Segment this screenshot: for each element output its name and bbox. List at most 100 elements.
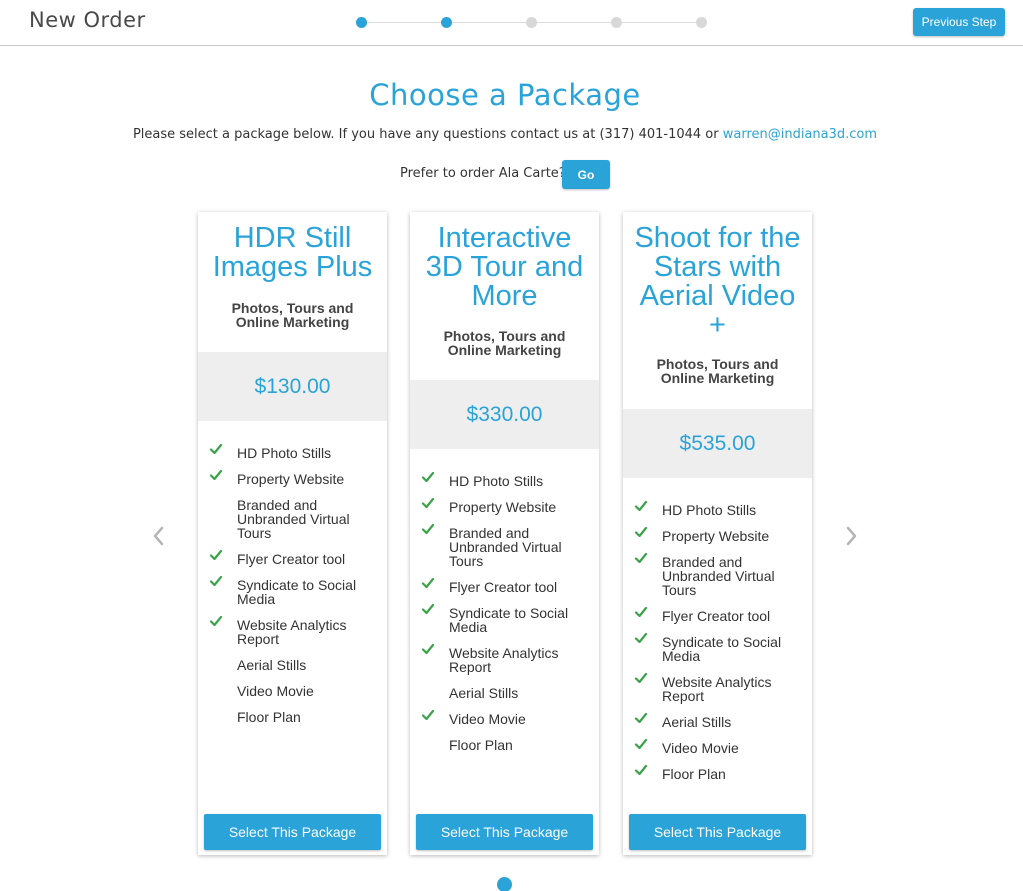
package-price: $535.00: [623, 409, 812, 478]
feature-label: Branded and Unbranded Virtual Tours: [237, 497, 350, 541]
feature-item: Video Movie: [410, 709, 599, 727]
feature-label: Floor Plan: [662, 766, 726, 782]
feature-label: Aerial Stills: [237, 657, 307, 673]
feature-label: Flyer Creator tool: [449, 579, 558, 595]
package-title: Interactive 3D Tour and More: [425, 222, 584, 312]
check-icon: [634, 738, 648, 750]
chevron-left-icon[interactable]: [151, 525, 167, 547]
package-subtitle: Photos, Tours and Online Marketing: [443, 328, 566, 358]
feature-label: Property Website: [662, 528, 770, 544]
feature-label: Floor Plan: [449, 737, 513, 753]
package-price: $130.00: [198, 352, 387, 421]
feature-item: Property Website: [623, 526, 812, 544]
select-package-button[interactable]: Select This Package: [629, 814, 806, 850]
package-subtitle: Photos, Tours and Online Marketing: [656, 356, 779, 386]
ala-carte-go-button[interactable]: Go: [562, 160, 610, 189]
feature-item: Website Analytics Report: [623, 672, 812, 704]
feature-item: Floor Plan: [623, 764, 812, 782]
check-icon: [634, 672, 648, 684]
feature-item: Flyer Creator tool: [623, 606, 812, 624]
check-icon: [209, 615, 223, 627]
check-icon: [634, 552, 648, 564]
feature-label: Video Movie: [237, 683, 314, 699]
check-icon: [634, 712, 648, 724]
check-icon: [421, 523, 435, 535]
feature-item: Syndicate to Social Media: [198, 575, 387, 607]
feature-label: Property Website: [237, 471, 345, 487]
step-3-dot: [526, 17, 537, 28]
feature-label: Syndicate to Social Media: [449, 605, 569, 635]
feature-label: Aerial Stills: [449, 685, 519, 701]
feature-item: Property Website: [198, 469, 387, 487]
contact-email-link[interactable]: warren@indiana3d.com: [723, 127, 877, 142]
feature-label: Website Analytics Report: [662, 674, 772, 704]
feature-item: Aerial Stills: [410, 686, 599, 700]
feature-label: Flyer Creator tool: [662, 608, 771, 624]
step-4-dot: [611, 17, 622, 28]
intro-message: Please select a package below. If you ha…: [132, 127, 723, 142]
package-title: Shoot for the Stars with Aerial Video +: [634, 222, 801, 341]
check-icon: [421, 471, 435, 483]
feature-item: Syndicate to Social Media: [410, 603, 599, 635]
ala-carte-label: Prefer to order Ala Carte?: [400, 166, 566, 181]
step-2-dot: [441, 17, 452, 28]
check-icon: [209, 549, 223, 561]
previous-step-button[interactable]: Previous Step: [913, 8, 1005, 36]
feature-item: Website Analytics Report: [410, 643, 599, 675]
feature-item: Branded and Unbranded Virtual Tours: [623, 552, 812, 597]
feature-item: HD Photo Stills: [410, 471, 599, 489]
package-card-aerial-video: Shoot for the Stars with Aerial Video + …: [623, 212, 812, 855]
feature-item: Aerial Stills: [198, 658, 387, 672]
check-icon: [634, 500, 648, 512]
feature-item: Syndicate to Social Media: [623, 632, 812, 664]
feature-label: HD Photo Stills: [449, 473, 544, 489]
check-icon: [634, 606, 648, 618]
carousel-page-indicator[interactable]: [497, 877, 512, 891]
feature-label: Syndicate to Social Media: [662, 634, 782, 664]
feature-item: Video Movie: [623, 738, 812, 755]
check-icon: [209, 443, 223, 455]
feature-label: Floor Plan: [237, 709, 301, 725]
feature-list: HD Photo Stills Property Website Branded a…: [410, 471, 599, 764]
check-icon: [209, 575, 223, 587]
select-package-button[interactable]: Select This Package: [204, 814, 381, 850]
feature-item: Floor Plan: [198, 710, 387, 724]
check-icon: [421, 497, 435, 509]
package-title: HDR Still Images Plus: [212, 222, 373, 283]
feature-label: Website Analytics Report: [237, 617, 347, 647]
chevron-right-icon[interactable]: [843, 525, 859, 547]
feature-label: HD Photo Stills: [662, 502, 757, 518]
feature-label: Aerial Stills: [662, 714, 732, 730]
feature-item: Aerial Stills: [623, 712, 812, 730]
package-price: $330.00: [410, 380, 599, 449]
feature-item: Floor Plan: [410, 738, 599, 752]
feature-label: Property Website: [449, 499, 557, 515]
feature-label: Branded and Unbranded Virtual Tours: [449, 525, 562, 569]
check-icon: [634, 632, 648, 644]
package-card-3d-tour: Interactive 3D Tour and More Photos, Tou…: [410, 212, 599, 855]
feature-label: HD Photo Stills: [237, 445, 332, 461]
feature-item: HD Photo Stills: [623, 500, 812, 518]
feature-item: Branded and Unbranded Virtual Tours: [410, 523, 599, 569]
feature-item: Property Website: [410, 497, 599, 515]
step-5-dot: [696, 17, 707, 28]
feature-list: HD Photo Stills Property Website Branded a…: [198, 443, 387, 736]
package-card-hdr: HDR Still Images Plus Photos, Tours and …: [198, 212, 387, 855]
check-icon: [421, 709, 435, 721]
feature-label: Flyer Creator tool: [237, 551, 346, 567]
feature-label: Website Analytics Report: [449, 645, 559, 675]
step-1-dot: [356, 17, 367, 28]
package-subtitle: Photos, Tours and Online Marketing: [231, 300, 354, 330]
feature-item: Flyer Creator tool: [410, 577, 599, 595]
feature-label: Video Movie: [449, 711, 526, 727]
check-icon: [421, 603, 435, 615]
check-icon: [209, 469, 223, 481]
check-icon: [421, 643, 435, 655]
feature-item: Branded and Unbranded Virtual Tours: [198, 498, 387, 540]
check-icon: [634, 764, 648, 776]
feature-item: Flyer Creator tool: [198, 549, 387, 567]
page-title: Choose a Package: [369, 78, 641, 112]
select-package-button[interactable]: Select This Package: [416, 814, 593, 850]
feature-item: Website Analytics Report: [198, 615, 387, 647]
feature-label: Syndicate to Social Media: [237, 577, 357, 607]
